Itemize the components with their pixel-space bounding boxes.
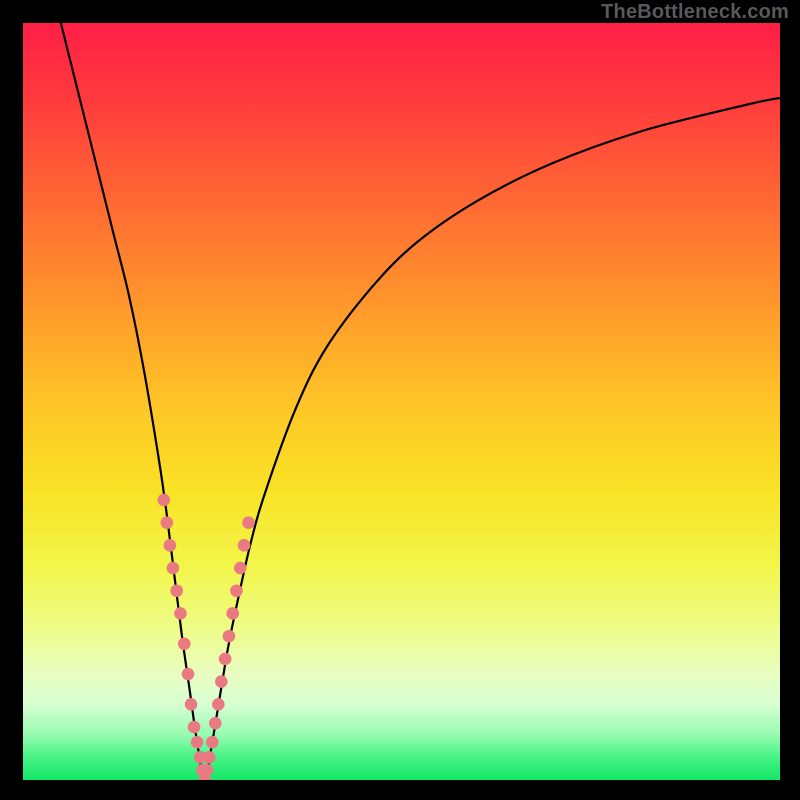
highlight-dot	[185, 698, 198, 711]
highlight-dot	[234, 562, 247, 575]
highlight-dot	[174, 607, 187, 620]
highlight-dot	[212, 698, 225, 711]
watermark-text: TheBottleneck.com	[601, 2, 789, 22]
highlight-dot	[191, 736, 204, 749]
highlight-dot	[201, 764, 214, 777]
highlight-dot	[223, 630, 236, 643]
highlight-dot	[164, 539, 177, 552]
plot-area	[23, 23, 780, 780]
highlight-dot	[188, 721, 201, 734]
highlight-dot	[226, 607, 239, 620]
highlight-dot	[170, 584, 183, 597]
highlight-dot	[158, 494, 171, 507]
highlight-dot	[230, 584, 243, 597]
highlight-dot	[178, 637, 191, 650]
bottleneck-curve	[23, 23, 780, 780]
highlight-dot	[242, 516, 255, 529]
highlight-dot	[206, 736, 219, 749]
chart-frame: TheBottleneck.com	[0, 0, 800, 800]
highlight-dot	[167, 562, 180, 575]
highlight-dot	[182, 668, 195, 681]
highlight-dot	[215, 675, 228, 688]
highlight-dot	[161, 516, 174, 529]
highlight-dot	[219, 653, 232, 666]
highlight-dot	[238, 539, 251, 552]
highlight-dot	[203, 751, 216, 764]
highlight-dot	[209, 717, 222, 730]
